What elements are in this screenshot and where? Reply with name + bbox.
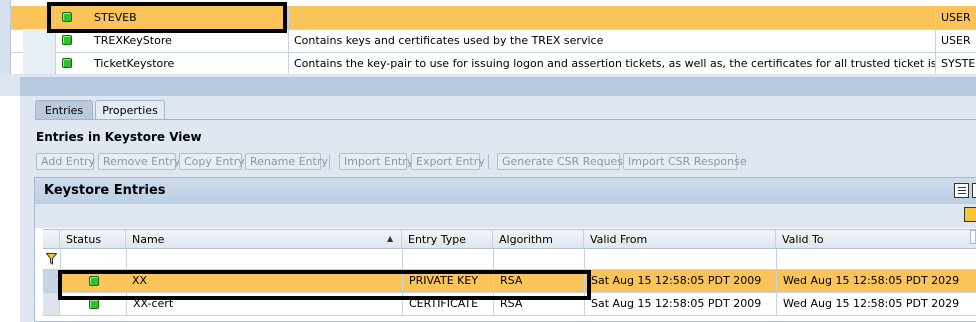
divider-bar (20, 77, 976, 96)
sort-ascending-icon[interactable]: ▲ (387, 234, 393, 243)
grid-filter-row (43, 249, 976, 270)
scrollbar-stub[interactable] (970, 230, 976, 244)
select-all-cell[interactable] (43, 230, 60, 249)
tab-entries[interactable]: Entries (35, 100, 93, 120)
col-algorithm[interactable]: Algorithm (493, 230, 584, 249)
entry-type-cell: CERTIFICATE (402, 293, 493, 315)
keystore-views-table: STEVEB USER TREXKeyStore Contains keys a… (0, 0, 976, 76)
row-selector[interactable] (23, 29, 56, 52)
table-row-xx-cert[interactable]: XX-cert CERTIFICATE RSA Sat Aug 15 12:58… (43, 293, 976, 316)
col-valid-to[interactable]: Valid To (776, 230, 976, 249)
view-name-cell: TREXKeyStore (89, 29, 289, 52)
table-row-xx[interactable]: XX PRIVATE KEY RSA Sat Aug 15 12:58:05 P… (43, 270, 976, 293)
algorithm-cell: RSA (493, 270, 584, 292)
view-name-cell: STEVEB (89, 6, 289, 29)
row-selector[interactable] (43, 293, 60, 315)
view-type-cell: USER (941, 11, 971, 24)
panel-subbar (35, 204, 976, 228)
view-description-cell: Contains keys and certificates used by t… (289, 29, 936, 52)
green-status-icon (62, 12, 72, 22)
grid-header: Status Name ▲ Entry Type Algorithm Valid… (43, 229, 976, 249)
view-description-cell: Contains the key-pair to use for issuing… (289, 52, 936, 75)
import-entry-button[interactable]: Import Entry (339, 153, 413, 170)
green-status-icon (62, 58, 72, 68)
remove-entry-button[interactable]: Remove Entry (98, 153, 180, 170)
tab-properties[interactable]: Properties (95, 100, 165, 120)
entry-name-cell: XX (132, 274, 148, 287)
rename-entry-button[interactable]: Rename Entry (245, 153, 328, 170)
import-csr-response-button[interactable]: Import CSR Response (623, 153, 747, 170)
view-name-cell: TicketKeystore (89, 52, 289, 75)
green-status-icon (89, 276, 99, 286)
view-description-cell (289, 6, 936, 29)
green-status-icon (89, 299, 99, 309)
valid-to-cell: Wed Aug 15 12:58:05 PDT 2029 (776, 270, 976, 292)
filter-icon[interactable] (46, 253, 57, 265)
copy-entry-button[interactable]: Copy Entry (179, 153, 245, 170)
table-left-edge (0, 0, 11, 74)
tab-underline (35, 119, 976, 120)
view-type-cell: USER (941, 34, 971, 47)
table-settings-icon[interactable] (954, 183, 969, 198)
generate-csr-button[interactable]: Generate CSR Request (497, 153, 627, 170)
entry-type-cell: PRIVATE KEY (402, 270, 493, 292)
col-name[interactable]: Name (126, 230, 402, 249)
entry-name-cell: XX-cert (126, 293, 402, 315)
row-selector[interactable] (23, 6, 56, 29)
col-status[interactable]: Status (60, 230, 126, 249)
section-title: Entries in Keystore View (36, 130, 202, 144)
valid-to-cell: Wed Aug 15 12:58:05 PDT 2029 (776, 293, 976, 315)
panel-header: Keystore Entries (35, 178, 976, 204)
view-type-cell: SYSTEM (941, 57, 976, 70)
green-status-icon (62, 35, 72, 45)
keystore-entries-panel: Keystore Entries Status Name ▲ Entry Typ… (34, 177, 976, 322)
entries-grid: Status Name ▲ Entry Type Algorithm Valid… (43, 229, 976, 322)
add-entry-button[interactable]: Add Entry (36, 153, 95, 170)
panel-divider (0, 74, 976, 96)
valid-from-cell: Sat Aug 15 12:58:05 PDT 2009 (584, 270, 776, 292)
row-selector[interactable] (23, 52, 56, 75)
panel-title: Keystore Entries (44, 183, 166, 198)
export-entry-button[interactable]: Export Entry (411, 153, 485, 170)
table-row-steveb[interactable]: STEVEB USER (11, 6, 976, 30)
table-row-trexkeystore[interactable]: TREXKeyStore Contains keys and certifica… (11, 29, 976, 53)
panel-menu-icon[interactable] (972, 183, 976, 198)
valid-from-cell: Sat Aug 15 12:58:05 PDT 2009 (584, 293, 776, 315)
row-selector[interactable] (43, 270, 60, 292)
filter-icon[interactable] (964, 207, 976, 222)
col-entry-type[interactable]: Entry Type (402, 230, 493, 249)
tab-panel: Entries Properties Entries in Keystore V… (20, 96, 976, 322)
table-row-ticketkeystore[interactable]: TicketKeystore Contains the key-pair to … (11, 52, 976, 76)
algorithm-cell: RSA (493, 293, 584, 315)
toolbar-separator (329, 154, 330, 169)
col-valid-from[interactable]: Valid From (584, 230, 776, 249)
toolbar-separator (488, 154, 489, 169)
